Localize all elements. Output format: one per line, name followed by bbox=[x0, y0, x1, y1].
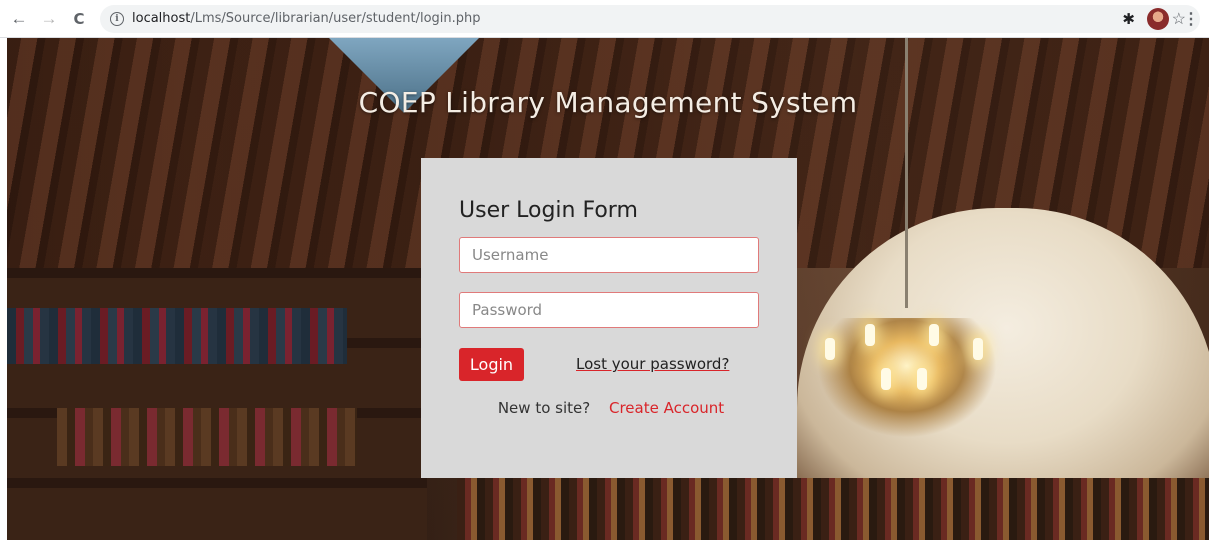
create-account-link[interactable]: Create Account bbox=[609, 399, 724, 417]
profile-avatar[interactable] bbox=[1147, 8, 1169, 30]
bookshelf-bottom-image bbox=[457, 478, 1209, 540]
url-host: localhost bbox=[132, 11, 191, 26]
candle-light bbox=[929, 324, 939, 346]
lost-password-link[interactable]: Lost your password? bbox=[576, 355, 729, 373]
address-bar[interactable]: i localhost/Lms/Source/librarian/user/st… bbox=[100, 4, 1200, 33]
url-text[interactable]: localhost/Lms/Source/librarian/user/stud… bbox=[132, 11, 481, 26]
books-row bbox=[7, 308, 347, 364]
extensions-icon[interactable]: ✱ bbox=[1122, 10, 1135, 28]
chandelier-chain bbox=[905, 38, 908, 308]
candle-light bbox=[865, 324, 875, 346]
page-background: COEP Library Management System User Logi… bbox=[7, 38, 1209, 540]
candle-light bbox=[881, 368, 891, 390]
login-card: User Login Form Login Lost your password… bbox=[421, 158, 797, 478]
reload-glyph: C bbox=[73, 9, 85, 28]
browser-toolbar: ← → C i localhost/Lms/Source/librarian/u… bbox=[0, 0, 1209, 38]
forward-arrow-icon[interactable]: → bbox=[36, 6, 62, 32]
info-icon[interactable]: i bbox=[110, 11, 124, 26]
site-title: COEP Library Management System bbox=[358, 86, 858, 119]
password-input[interactable] bbox=[459, 292, 759, 328]
books-row bbox=[57, 408, 357, 466]
candle-light bbox=[973, 338, 983, 360]
candle-light bbox=[825, 338, 835, 360]
toolbar-right: ✱ ⋮ bbox=[1122, 0, 1199, 38]
login-button[interactable]: Login bbox=[459, 347, 524, 381]
new-to-site-text: New to site? bbox=[497, 399, 591, 417]
candle-light bbox=[917, 368, 927, 390]
signup-row: New to site? Create Account bbox=[459, 399, 759, 417]
back-arrow-icon[interactable]: ← bbox=[6, 6, 32, 32]
url-path: /Lms/Source/librarian/user/student/login… bbox=[190, 11, 481, 26]
chandelier-image bbox=[817, 318, 997, 438]
username-input[interactable] bbox=[459, 237, 759, 273]
login-form-title: User Login Form bbox=[459, 198, 638, 223]
reload-icon[interactable]: C bbox=[66, 6, 92, 32]
bookshelf-left-image bbox=[7, 268, 427, 540]
login-actions: Login Lost your password? bbox=[459, 347, 759, 381]
menu-dots-icon[interactable]: ⋮ bbox=[1183, 9, 1199, 29]
